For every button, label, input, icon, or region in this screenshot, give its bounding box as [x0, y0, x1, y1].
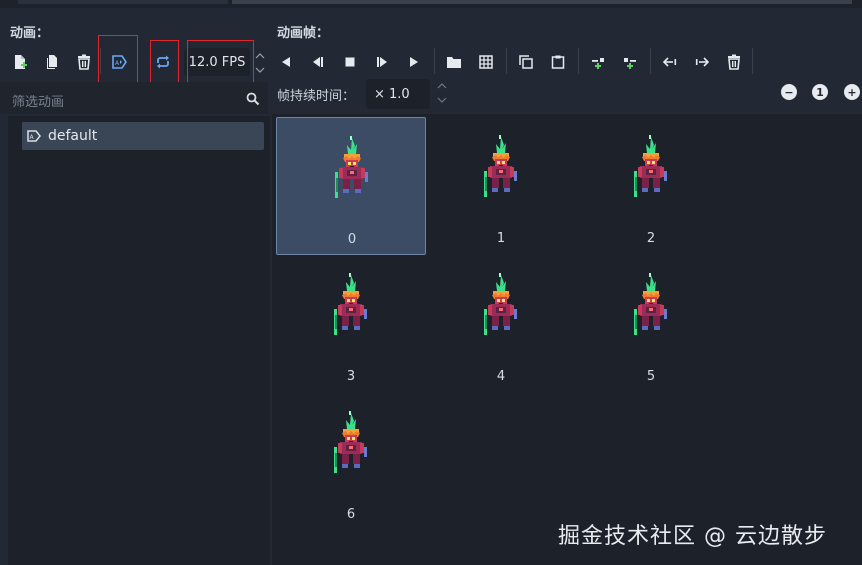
insert-before-icon [592, 58, 604, 69]
arrow-left-icon [662, 57, 677, 67]
separator [650, 48, 651, 74]
paste-icon [551, 55, 565, 69]
top-strip [0, 0, 862, 8]
animation-item-label: default [48, 128, 98, 144]
insert-after-button[interactable] [618, 50, 642, 74]
duration-decrement-icon[interactable] [436, 94, 448, 106]
play-backwards-icon [282, 57, 290, 67]
sprite-thumbnail [628, 273, 674, 339]
svg-text:A: A [115, 60, 120, 67]
sprite-thumbnail [329, 136, 375, 202]
play-backwards-start-icon [313, 57, 323, 67]
copy-icon [519, 55, 533, 69]
frame-cell[interactable]: 5 [576, 255, 726, 393]
animation-item-default[interactable]: A default [22, 122, 264, 150]
sprite-thumbnail [328, 411, 374, 477]
animation-tag-icon: A [26, 128, 42, 144]
tab-hint [18, 0, 228, 4]
frame-index: 1 [496, 231, 506, 246]
sprite-thumbnail [478, 273, 524, 339]
sprite-thumbnail [328, 273, 374, 339]
move-left-button[interactable] [658, 50, 682, 74]
scrollbar-hint [232, 0, 852, 4]
separator [434, 48, 435, 74]
fps-input[interactable]: 12.0 FPS [184, 48, 250, 76]
play-button[interactable] [402, 50, 426, 74]
autoplay-icon: A [112, 55, 127, 69]
trash-icon [78, 54, 90, 70]
add-frame-from-file-button[interactable] [442, 50, 466, 74]
frame-cell[interactable]: 6 [276, 393, 426, 531]
frame-cell[interactable]: 0 [276, 117, 426, 255]
insert-after-icon [624, 58, 636, 69]
stop-icon [345, 57, 355, 67]
frame-index: 2 [646, 231, 656, 246]
frame-duration-input[interactable]: × 1.0 [366, 79, 430, 109]
separator [752, 48, 753, 74]
loop-toggle-button[interactable] [151, 50, 175, 74]
animation-filter[interactable]: 筛选动画 [0, 82, 268, 114]
play-start-icon [377, 57, 387, 67]
filter-placeholder: 筛选动画 [12, 95, 65, 110]
add-frames-from-sheet-button[interactable] [474, 50, 498, 74]
new-file-icon [15, 55, 27, 69]
delete-frame-button[interactable] [722, 50, 746, 74]
zoom-in-icon[interactable]: + [844, 84, 860, 100]
loop-icon [157, 55, 169, 69]
frame-duration-label: 帧持续时间： [277, 89, 356, 104]
sprite-thumbnail [478, 135, 524, 201]
folder-icon [447, 57, 461, 68]
fps-decrement-icon[interactable] [254, 64, 266, 76]
watermark: 掘金技术社区 @ 云边散步 [558, 524, 827, 549]
delete-animation-button[interactable] [72, 50, 96, 74]
separator [578, 48, 579, 74]
duplicate-icon [47, 55, 57, 69]
play-icon [410, 57, 418, 67]
copy-frame-button[interactable] [514, 50, 538, 74]
animation-list: A default [8, 116, 270, 565]
animations-title: 动画： [10, 26, 50, 41]
frame-index: 6 [346, 507, 356, 522]
frame-cell[interactable]: 4 [426, 255, 576, 393]
grid-icon [479, 55, 493, 69]
sprite-thumbnail [628, 135, 674, 201]
autoplay-toggle-button[interactable]: A [107, 50, 131, 74]
trash-icon [728, 54, 740, 70]
separator [100, 48, 101, 74]
zoom-out-icon[interactable]: − [781, 84, 797, 100]
svg-text:A: A [30, 134, 35, 141]
paste-frame-button[interactable] [546, 50, 570, 74]
play-backwards-button[interactable] [274, 50, 298, 74]
new-animation-button[interactable] [8, 50, 32, 74]
search-icon [246, 91, 260, 106]
frame-index: 0 [347, 232, 357, 247]
frame-cell[interactable]: 2 [576, 117, 726, 255]
play-from-start-button[interactable] [370, 50, 394, 74]
play-backwards-from-start-button[interactable] [306, 50, 330, 74]
arrow-right-icon [695, 57, 710, 67]
frame-grid: 0 1 2 3 4 5 6 [272, 114, 862, 565]
insert-before-button[interactable] [586, 50, 610, 74]
frame-index: 4 [496, 369, 506, 384]
duplicate-animation-button[interactable] [40, 50, 64, 74]
frame-index: 5 [646, 369, 656, 384]
frame-index: 3 [346, 369, 356, 384]
separator [506, 48, 507, 74]
fps-increment-icon[interactable] [254, 50, 266, 62]
stop-button[interactable] [338, 50, 362, 74]
frame-cell[interactable]: 1 [426, 117, 576, 255]
frames-title: 动画帧： [277, 26, 330, 41]
frame-cell[interactable]: 3 [276, 255, 426, 393]
duration-increment-icon[interactable] [436, 80, 448, 92]
zoom-reset-button[interactable]: 1 [812, 84, 828, 100]
move-right-button[interactable] [690, 50, 714, 74]
